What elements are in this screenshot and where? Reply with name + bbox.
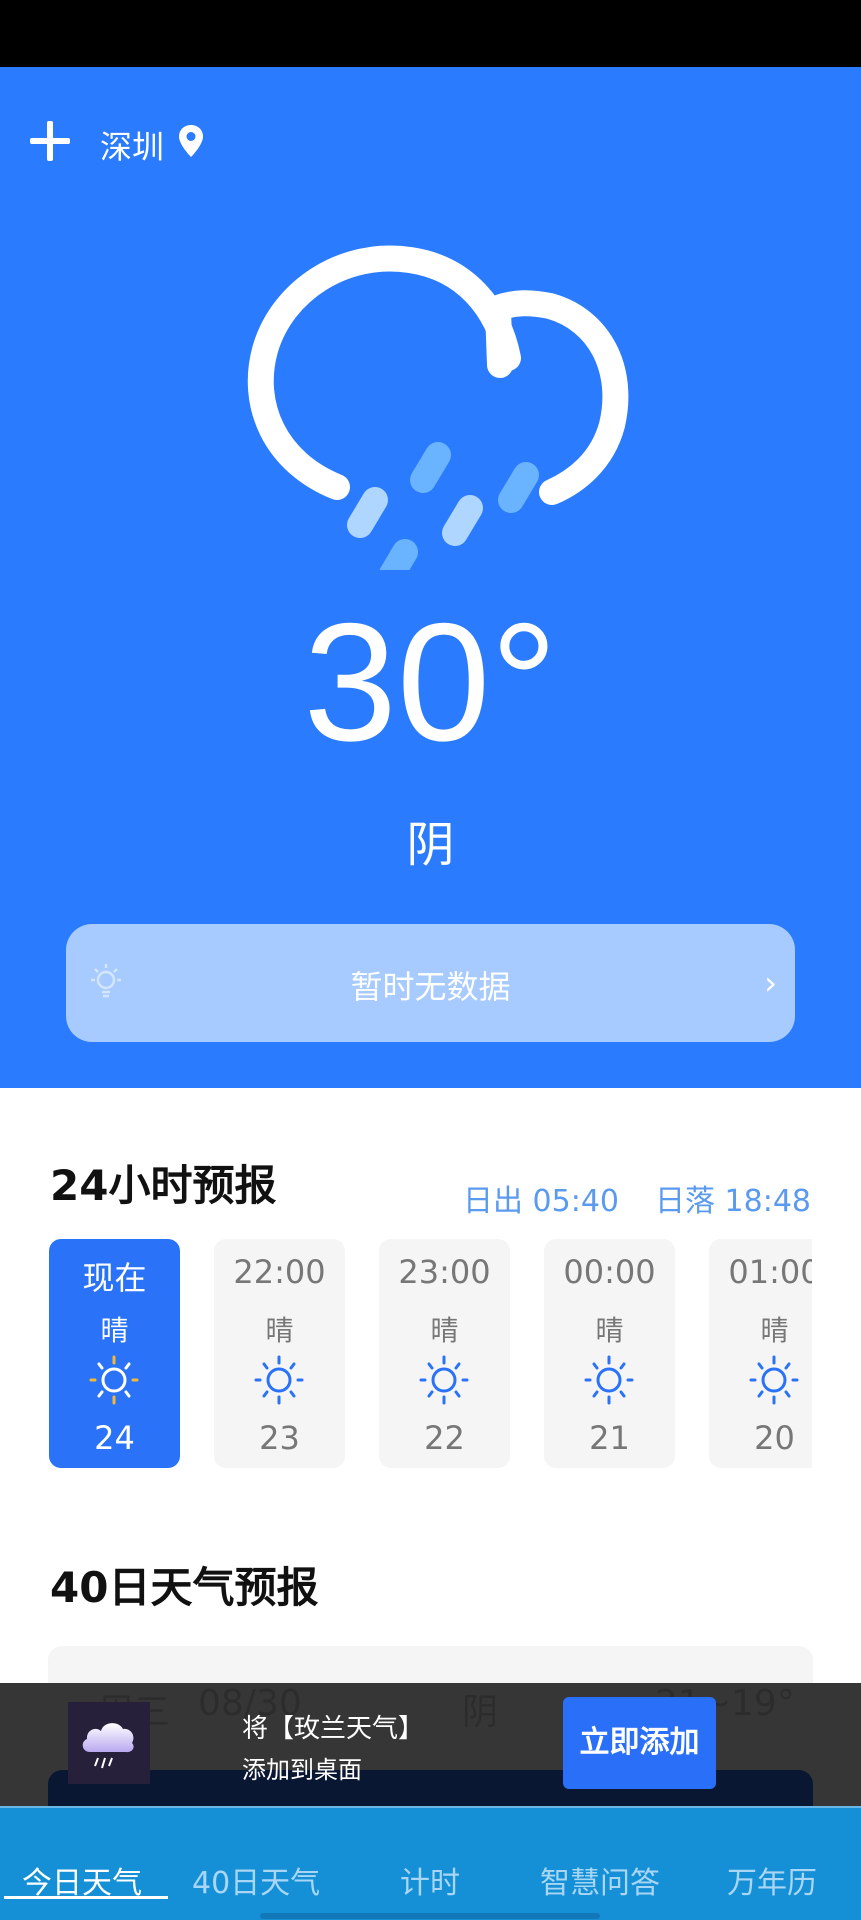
hourly-item[interactable]: 22:00 晴 23 (214, 1239, 345, 1468)
hourly-item[interactable]: 现在晴 24 (49, 1239, 180, 1468)
hourly-item[interactable]: 01:00 晴 20 (709, 1239, 812, 1468)
sun-icon (749, 1355, 799, 1405)
active-tab-indicator (4, 1896, 168, 1899)
tip-text: 暂时无数据 (350, 968, 511, 1006)
temperature-value: 30 (303, 588, 491, 776)
tab-timer[interactable]: 计时 (400, 1858, 460, 1902)
hour-condition: 晴 (760, 1314, 789, 1347)
hour-time: 23:00 (398, 1253, 491, 1291)
sunset-time: 日落 18:48 (655, 1184, 811, 1219)
hour-condition: 晴 (265, 1314, 294, 1347)
hour-temperature: 23 (259, 1419, 300, 1457)
hourly-item[interactable]: 00:00 晴 21 (544, 1239, 675, 1468)
city-name[interactable]: 深圳 (100, 122, 164, 168)
daily-forecast-title: 40日天气预报 (50, 1563, 319, 1612)
banner-subtitle: 添加到桌面 (242, 1756, 362, 1784)
hour-time: 00:00 (563, 1253, 656, 1291)
hour-temperature: 21 (589, 1419, 630, 1457)
sun-icon (254, 1355, 304, 1405)
hour-time: 01:00 (728, 1253, 812, 1291)
home-indicator[interactable] (260, 1913, 600, 1919)
hour-condition: 晴 (595, 1314, 624, 1347)
cloud-rain-icon (82, 1723, 134, 1769)
life-tip-card[interactable]: 暂时无数据 › (66, 924, 795, 1042)
hour-temperature: 24 (94, 1419, 135, 1457)
status-bar (0, 0, 861, 67)
sunrise-time: 日出 05:40 (463, 1184, 619, 1219)
hourly-forecast-list[interactable]: 现在晴 24 22:00 晴 23 23:00 晴 22 00:00 晴 21 01:00 晴 20 (49, 1239, 812, 1469)
tab-smart-qa[interactable]: 智慧问答 (540, 1858, 660, 1902)
add-now-button[interactable]: 立即添加 (563, 1697, 716, 1789)
hour-time: 22:00 (233, 1253, 326, 1291)
hour-temperature: 20 (754, 1419, 795, 1457)
cloud-rain-icon (247, 245, 629, 570)
current-temperature: 30° (0, 598, 861, 766)
hourly-forecast-title: 24小时预报 (50, 1161, 277, 1210)
current-condition: 阴 (406, 817, 455, 873)
tab-calendar[interactable]: 万年历 (727, 1858, 817, 1902)
map-pin-icon[interactable] (178, 124, 204, 158)
tab-40-day-weather[interactable]: 40日天气 (192, 1858, 320, 1902)
chevron-right-icon: › (764, 964, 777, 1002)
hour-condition: 晴 (100, 1314, 129, 1347)
hourly-item[interactable]: 23:00 晴 22 (379, 1239, 510, 1468)
degree-symbol: ° (490, 588, 558, 776)
hour-time: 现在 (82, 1259, 147, 1297)
hour-condition: 晴 (430, 1314, 459, 1347)
sun-icon (419, 1355, 469, 1405)
add-city-button[interactable] (26, 118, 74, 166)
hour-temperature: 22 (424, 1419, 465, 1457)
sun-times: 日出 05:40 日落 18:48 (463, 1176, 811, 1220)
sun-icon (89, 1355, 139, 1405)
sun-icon (584, 1355, 634, 1405)
banner-title: 将【玫兰天气】 (242, 1714, 425, 1744)
bottom-tab-bar: 今日天气 40日天气 计时 智慧问答 万年历 (0, 1806, 861, 1920)
app-icon (68, 1702, 150, 1784)
